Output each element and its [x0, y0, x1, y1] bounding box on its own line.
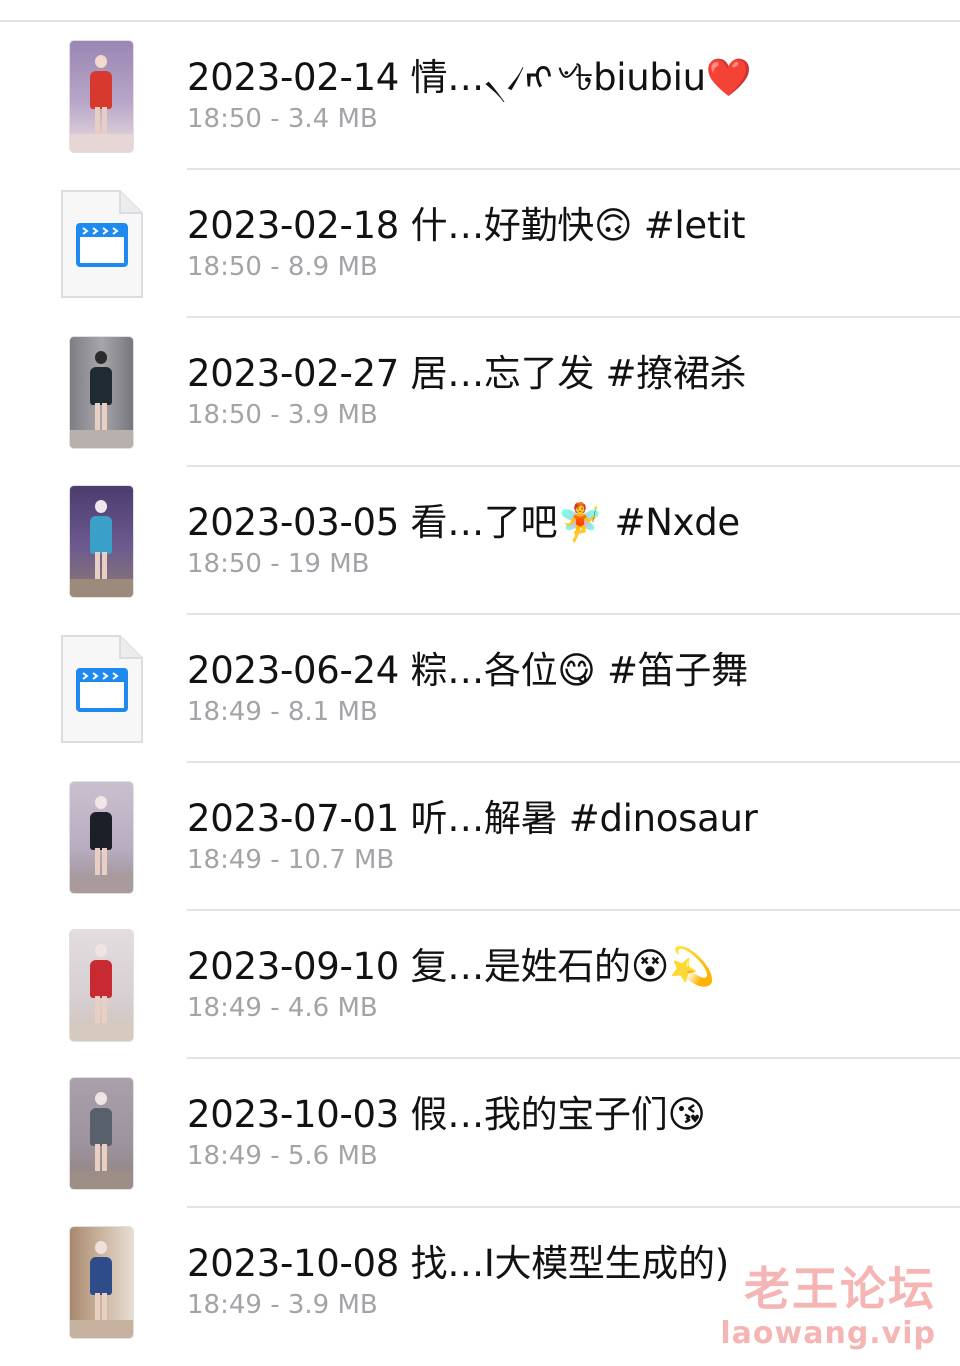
file-title: 2023-03-05 看…了吧🧚 #Nxde [187, 500, 740, 544]
file-row[interactable]: 2023-06-24 粽…各位😋 #笛子舞 18:49 - 8.1 MB [0, 615, 960, 763]
file-row[interactable]: 2023-10-03 假…我的宝子们😘 18:49 - 5.6 MB [0, 1059, 960, 1208]
file-row[interactable]: 2023-10-08 找…I大模型生成的) 18:49 - 3.9 MB [0, 1208, 960, 1356]
video-file-icon [60, 189, 144, 299]
file-meta: 18:49 - 4.6 MB [187, 993, 378, 1024]
file-meta: 18:50 - 3.4 MB [187, 104, 378, 134]
file-meta: 18:49 - 10.7 MB [187, 844, 395, 875]
video-thumbnail [70, 930, 133, 1042]
file-meta: 18:49 - 5.6 MB [187, 1141, 378, 1172]
video-file-icon [60, 634, 144, 744]
file-browser: 2023-02-14 情…৲৴ᡢ৺৳biubiu❤️ 18:50 - 3.4 M… [0, 0, 960, 1366]
file-list: 2023-02-14 情…৲৴ᡢ৺৳biubiu❤️ 18:50 - 3.4 M… [0, 22, 960, 1356]
file-row[interactable]: 2023-02-14 情…৲৴ᡢ৺৳biubiu❤️ 18:50 - 3.4 M… [0, 22, 960, 171]
video-thumbnail [70, 1226, 133, 1338]
file-title: 2023-02-18 什…好勤快🙃 #letit [187, 204, 746, 248]
file-title: 2023-10-03 假…我的宝子们😘 [187, 1093, 706, 1137]
file-row[interactable]: 2023-02-27 居…忘了发 #撩裙杀 18:50 - 3.9 MB [0, 318, 960, 467]
file-meta: 18:49 - 3.9 MB [187, 1289, 378, 1320]
file-row[interactable]: 2023-07-01 听…解暑 #dinosaur 18:49 - 10.7 M… [0, 763, 960, 912]
file-meta: 18:50 - 19 MB [187, 548, 370, 579]
file-row[interactable]: 2023-02-18 什…好勤快🙃 #letit 18:50 - 8.9 MB [0, 170, 960, 319]
video-thumbnail [70, 781, 133, 893]
video-thumbnail [70, 337, 133, 449]
file-title: 2023-06-24 粽…各位😋 #笛子舞 [187, 648, 748, 692]
file-title: 2023-02-27 居…忘了发 #撩裙杀 [187, 352, 747, 396]
video-thumbnail [70, 41, 133, 152]
file-title: 2023-10-08 找…I大模型生成的) [187, 1241, 729, 1285]
file-meta: 18:50 - 8.9 MB [187, 252, 378, 283]
file-title: 2023-09-10 复…是姓石的😵💫 [187, 945, 715, 989]
file-title: 2023-02-14 情…৲৴ᡢ৺৳biubiu❤️ [187, 56, 752, 99]
file-title: 2023-07-01 听…解暑 #dinosaur [187, 796, 758, 840]
video-thumbnail [70, 485, 133, 597]
file-meta: 18:50 - 3.9 MB [187, 400, 378, 431]
file-meta: 18:49 - 8.1 MB [187, 696, 378, 727]
file-row[interactable]: 2023-09-10 复…是姓石的😵💫 18:49 - 4.6 MB [0, 911, 960, 1060]
file-row[interactable]: 2023-03-05 看…了吧🧚 #Nxde 18:50 - 19 MB [0, 467, 960, 615]
video-thumbnail [70, 1078, 133, 1190]
